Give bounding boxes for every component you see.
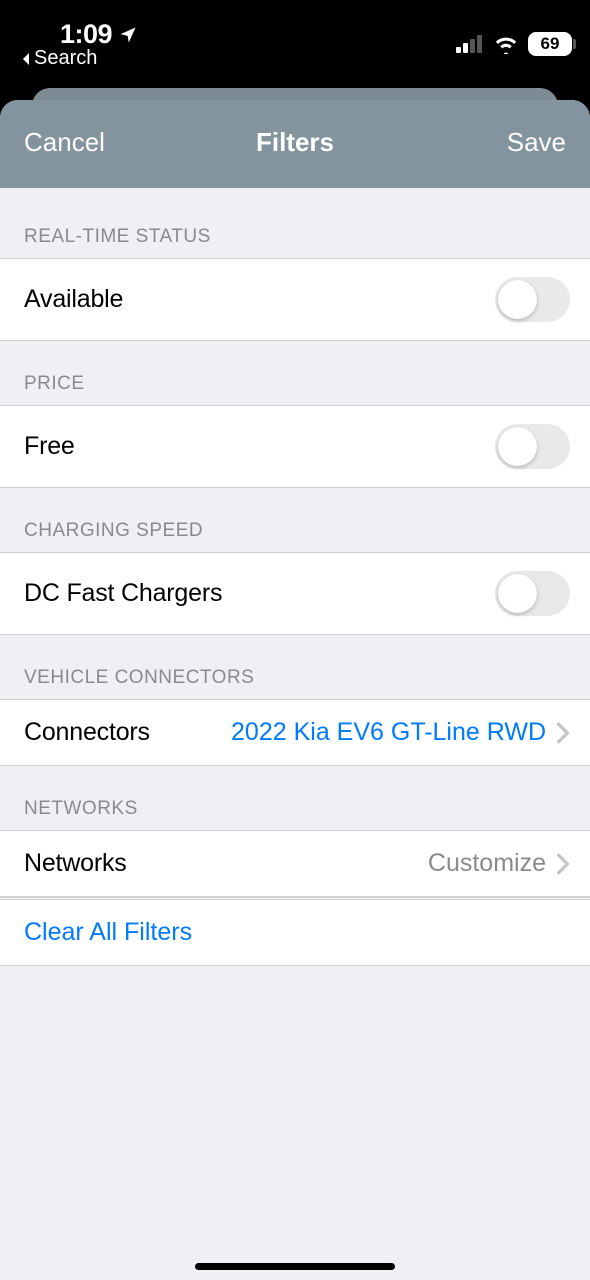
clear-all-label: Clear All Filters (24, 918, 192, 947)
connectors-label: Connectors (24, 718, 150, 747)
row-clear-filters[interactable]: Clear All Filters (0, 899, 590, 966)
battery-indicator: 69 (528, 32, 572, 56)
free-toggle[interactable] (495, 424, 570, 469)
time-label: 1:09 (60, 19, 112, 50)
navbar: Cancel Filters Save (0, 100, 590, 188)
available-toggle[interactable] (495, 277, 570, 322)
cellular-icon (456, 35, 484, 53)
toggle-knob (498, 427, 537, 466)
networks-value: Customize (127, 849, 556, 878)
home-indicator[interactable] (195, 1263, 395, 1270)
dc-fast-toggle[interactable] (495, 571, 570, 616)
row-networks[interactable]: Networks Customize (0, 830, 590, 897)
back-to-search[interactable]: Search (20, 47, 97, 70)
section-header-networks: NETWORKS (0, 766, 590, 830)
back-label: Search (34, 47, 97, 70)
free-label: Free (24, 432, 75, 461)
chevron-right-icon (556, 722, 570, 744)
wifi-icon (493, 34, 519, 54)
row-dc-fast: DC Fast Chargers (0, 552, 590, 635)
status-bar: 1:09 Search 69 (0, 0, 590, 74)
connectors-value: 2022 Kia EV6 GT-Line RWD (150, 718, 556, 747)
status-time: 1:09 (60, 19, 138, 50)
section-header-connectors: VEHICLE CONNECTORS (0, 635, 590, 699)
toggle-knob (498, 280, 537, 319)
networks-label: Networks (24, 849, 127, 878)
section-header-speed: CHARGING SPEED (0, 488, 590, 552)
status-right: 69 (456, 32, 572, 56)
dc-fast-label: DC Fast Chargers (24, 579, 222, 608)
location-icon (118, 25, 138, 45)
cancel-button[interactable]: Cancel (24, 127, 124, 158)
toggle-knob (498, 574, 537, 613)
battery-level: 69 (541, 34, 560, 54)
row-connectors[interactable]: Connectors 2022 Kia EV6 GT-Line RWD (0, 699, 590, 766)
nav-title: Filters (256, 127, 334, 158)
row-free: Free (0, 405, 590, 488)
save-button[interactable]: Save (466, 127, 566, 158)
chevron-right-icon (556, 853, 570, 875)
back-caret-icon (20, 51, 32, 67)
available-label: Available (24, 285, 123, 314)
section-header-realtime: REAL-TIME STATUS (0, 188, 590, 258)
section-header-price: PRICE (0, 341, 590, 405)
filters-sheet: Cancel Filters Save REAL-TIME STATUS Ava… (0, 100, 590, 1280)
row-available: Available (0, 258, 590, 341)
